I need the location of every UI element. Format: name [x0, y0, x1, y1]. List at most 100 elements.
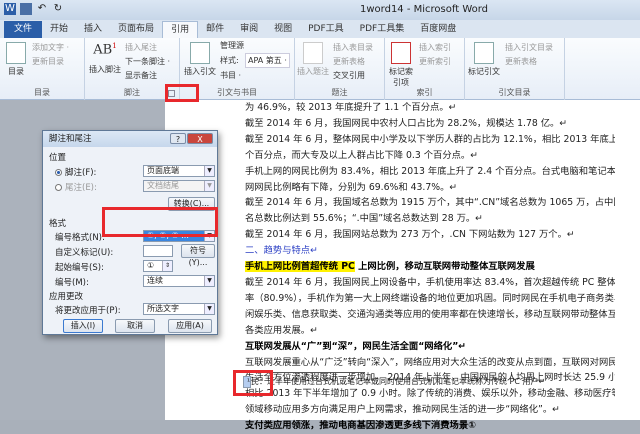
tab-insert[interactable]: 插入	[76, 21, 110, 38]
insert-caption-button[interactable]: 插入题注	[297, 42, 329, 77]
start-at-label: 起始编号(S):	[55, 263, 104, 273]
manage-sources-button[interactable]: 管理源	[220, 40, 244, 51]
endnote-location-select[interactable]: 文档结尾 ▼	[143, 180, 215, 192]
bold-heading-3: 支付类应用领涨，推动电商基因渗透更多线下消费场景①	[245, 420, 476, 432]
title-bar: W ↶ ↻ 1word14 - Microsoft Word	[0, 0, 640, 20]
save-icon[interactable]	[20, 3, 32, 15]
style-label: 样式:	[220, 56, 239, 65]
apply-changes-section-label: 应用更改	[49, 292, 84, 302]
numbering-select[interactable]: 连续 ▼	[143, 275, 215, 287]
apply-to-select[interactable]: 所选文字 ▼	[143, 303, 215, 315]
group-label-toc: 目录	[34, 88, 50, 97]
cancel-button[interactable]: 取消	[115, 319, 155, 333]
tab-view[interactable]: 视图	[266, 21, 300, 38]
mark-citation-icon	[474, 42, 494, 64]
redo-icon[interactable]: ↻	[52, 3, 64, 15]
tab-home[interactable]: 开始	[42, 21, 76, 38]
doc-line: 相比 2013 年下半年增加了 0.9 小时。除了传统的消费、娱乐以外，移动金融…	[245, 388, 615, 400]
apply-button[interactable]: 应用(A)	[168, 319, 212, 333]
doc-line: 个百分点，而大专及以上人群占比下降 0.3 个百分点。↵	[245, 149, 479, 161]
next-footnote-button[interactable]: 下一条脚注 ·	[125, 56, 170, 67]
toc-button-label: 目录	[8, 67, 24, 76]
mark-entry-button[interactable]: 标记索引项	[387, 42, 415, 88]
insert-table-of-figures-button[interactable]: 插入表目录	[333, 42, 373, 53]
insert-footnote-button[interactable]: AB1 插入脚注	[89, 42, 121, 75]
annotation-highlight-launcher	[165, 84, 199, 102]
mark-citation-label: 标记引文	[468, 67, 500, 76]
chevron-down-icon: ▼	[204, 166, 214, 176]
doc-line: 名总数比例达到 55.6%；“.中国”域名总数达到 28 万。↵	[245, 213, 483, 225]
tab-mailings[interactable]: 邮件	[198, 21, 232, 38]
caption-icon	[303, 42, 323, 64]
bold-heading-1: 手机上网比例首超传统 PC 上网比例，移动互联网带动整体互联网发展	[245, 259, 615, 275]
cross-reference-button[interactable]: 交叉引用	[333, 70, 365, 81]
footnote[interactable]: ¹ 网民：近半年使用过台式机或笔记本或同时使用台式机和笔记本统称为传统 PC 用户…	[243, 376, 546, 388]
insert-citation-button[interactable]: 插入引文	[184, 42, 216, 77]
footnote-radio[interactable]: 脚注(F):	[55, 166, 96, 178]
bold-heading-2: 互联网发展从“广”到“深”，网民生活全面“网络化”↵	[245, 340, 467, 352]
tab-baidu-netdisk[interactable]: 百度网盘	[412, 21, 464, 38]
numbering-value: 连续	[147, 276, 163, 285]
bibliography-button[interactable]: 书目 ·	[220, 70, 241, 81]
custom-mark-input[interactable]	[143, 245, 173, 257]
group-label-index: 索引	[416, 88, 433, 97]
annotation-highlight-number-format	[102, 207, 218, 237]
footnote-radio-label: 脚注(F):	[65, 168, 97, 178]
close-button[interactable]: X	[187, 133, 213, 144]
word-icon: W	[4, 3, 16, 15]
radio-selected-icon	[55, 169, 62, 176]
tab-pdf-toolset[interactable]: PDF工具集	[352, 21, 413, 38]
toc-button[interactable]: 目录	[4, 42, 28, 77]
footnote-text: 网民：近半年使用过台式机或笔记本或同时使用台式机和笔记本统称为传统 PC 用户↵	[243, 377, 546, 386]
endnote-radio[interactable]: 尾注(E):	[55, 181, 97, 193]
insert-toa-button[interactable]: 插入引文目录	[505, 42, 553, 53]
doc-line: 截至 2014 年 6 月，我国域名总数为 1915 万个，其中“.CN”域名总…	[245, 197, 615, 209]
doc-line: 率（80.9%），手机作为第一大上网终端设备的地位更加巩固。同时网民在手机电子商…	[245, 292, 615, 304]
group-label-captions: 题注	[331, 88, 348, 97]
update-table-button[interactable]: 更新表格	[333, 56, 365, 67]
insert-footnote-label: 插入脚注	[89, 65, 121, 74]
insert-index-button[interactable]: 插入索引	[419, 42, 451, 53]
endnote-radio-label: 尾注(E):	[65, 183, 97, 193]
chevron-down-icon: ▼	[204, 304, 214, 314]
group-index: 标记索引项 插入索引 更新索引 索引	[385, 38, 465, 100]
add-text-button[interactable]: 添加文字 ·	[32, 42, 69, 53]
chevron-down-icon: ▼	[204, 181, 214, 191]
insert-caption-label: 插入题注	[297, 67, 329, 76]
help-button[interactable]: ?	[170, 133, 186, 144]
tab-layout[interactable]: 页面布局	[110, 21, 162, 38]
show-notes-button[interactable]: 显示备注	[125, 70, 157, 81]
tab-references[interactable]: 引用	[162, 21, 199, 38]
doc-line: 截至 2014 年 6 月，整体网民中小学及以下学历人群的占比为 12.1%，相…	[245, 133, 615, 145]
insert-endnote-button[interactable]: 插入尾注	[125, 42, 157, 53]
mark-citation-button[interactable]: 标记引文	[467, 42, 501, 77]
bold-heading-1-rest: 上网比例，移动互联网带动整体互联网发展	[358, 261, 535, 273]
footnote-location-select[interactable]: 页面底端 ▼	[143, 165, 215, 177]
start-at-stepper[interactable]: ① ⇕	[143, 260, 173, 272]
spinner-icon[interactable]: ⇕	[162, 261, 172, 271]
insert-citation-label: 插入引文	[184, 67, 216, 76]
style-dropdown[interactable]: APA 第五 ·	[245, 53, 290, 68]
group-captions: 插入题注 插入表目录 更新表格 交叉引用 题注	[295, 38, 385, 100]
toc-icon	[6, 42, 26, 64]
insert-button[interactable]: 插入(I)	[63, 319, 103, 333]
update-index-button[interactable]: 更新索引	[419, 56, 451, 67]
update-toc-button[interactable]: 更新目录	[32, 56, 64, 67]
radio-unselected-icon	[55, 184, 62, 191]
apply-to-value: 所选文字	[147, 304, 179, 313]
tab-pdf-tools[interactable]: PDF工具	[300, 21, 352, 38]
update-toa-button[interactable]: 更新表格	[505, 56, 537, 67]
start-at-value: ①	[147, 261, 155, 270]
doc-line: 截至 2014 年 6 月，我国网民中农村人口占比为 28.2%，规模达 1.7…	[245, 117, 568, 129]
quick-access-toolbar: W ↶ ↻	[4, 3, 64, 15]
group-authorities: 标记引文 插入引文目录 更新表格 引文目录	[465, 38, 565, 100]
location-section-label: 位置	[49, 153, 67, 163]
tab-review[interactable]: 审阅	[232, 21, 266, 38]
doc-line: 各类应用发展。↵	[245, 324, 318, 336]
symbol-button[interactable]: 符号(Y)...	[181, 244, 215, 267]
citation-icon	[190, 42, 210, 64]
undo-icon[interactable]: ↶	[36, 3, 48, 15]
highlighted-text: 手机上网比例首超传统 PC	[245, 261, 355, 273]
chevron-down-icon: ▼	[204, 276, 214, 286]
tab-file[interactable]: 文件	[4, 21, 43, 38]
